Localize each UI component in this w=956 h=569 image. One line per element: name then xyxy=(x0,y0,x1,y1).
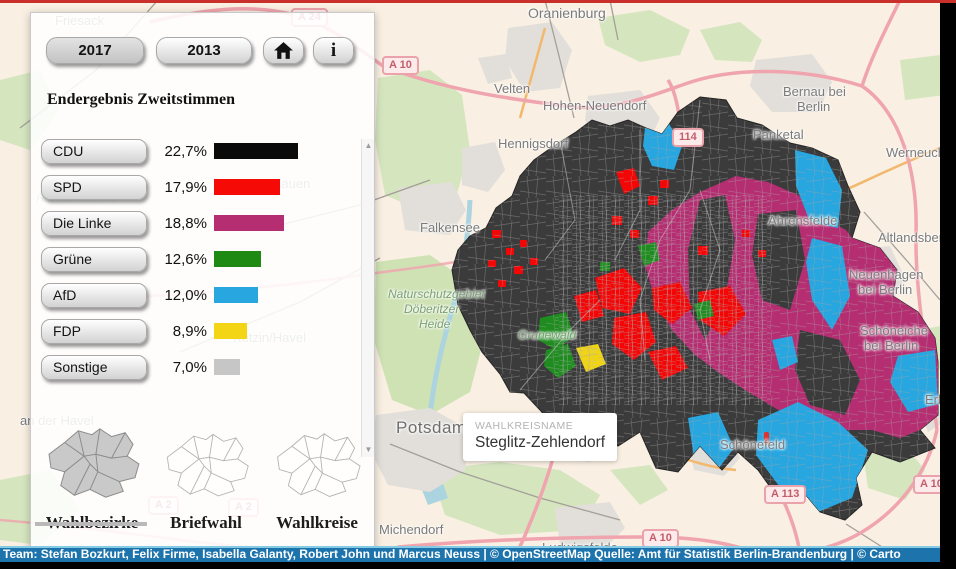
map-label: Velten xyxy=(494,81,530,96)
berlin-thumbnail-icon xyxy=(35,421,149,507)
map-label: Erkner xyxy=(925,392,940,407)
party-row: AfD 12,0% xyxy=(41,277,361,313)
map-label: Berlin xyxy=(797,99,830,114)
party-row: CDU 22,7% xyxy=(41,133,361,169)
party-percent: 17,9% xyxy=(153,179,207,196)
party-row: Sonstige 7,0% xyxy=(41,349,361,385)
party-row: Die Linke 18,8% xyxy=(41,205,361,241)
map-label: Schönefeld xyxy=(720,437,785,452)
tab-wahlkreise[interactable]: Wahlkreise xyxy=(261,421,373,557)
map-label: Michendorf xyxy=(379,522,443,537)
tab-wahlbezirke[interactable]: Wahlbezirke xyxy=(33,421,151,557)
road-badge: A 113 xyxy=(764,485,806,504)
road-badge: A 10 xyxy=(382,56,419,75)
selected-tab-underline xyxy=(35,522,147,526)
party-button-afd[interactable]: AfD xyxy=(41,283,147,308)
party-bar xyxy=(214,323,247,339)
map-label: Oranienburg xyxy=(528,5,606,21)
party-bar xyxy=(214,251,261,267)
party-bar xyxy=(214,287,258,303)
road-badge: A 10 xyxy=(913,475,940,494)
map-label: Hohen-Neuendorf xyxy=(543,98,646,113)
party-legend: CDU 22,7% SPD 17,9% Die Linke 18,8% Grün… xyxy=(41,133,361,385)
road-badge: 114 xyxy=(672,128,704,147)
view-tabs: Wahlbezirke Briefwahl Wahlkreise xyxy=(33,421,373,557)
party-percent: 12,6% xyxy=(153,251,207,268)
berlin-thumbnail-icon xyxy=(265,426,369,506)
info-button[interactable]: i xyxy=(313,37,354,64)
map-label: Naturschutzgebiet xyxy=(388,287,485,301)
party-percent: 7,0% xyxy=(153,359,207,376)
party-row: FDP 8,9% xyxy=(41,313,361,349)
map-label: Neuenhagen xyxy=(849,267,923,282)
scroll-down-arrow[interactable]: ▼ xyxy=(362,443,375,457)
party-percent: 22,7% xyxy=(153,143,207,160)
map-label: Werneuchen xyxy=(886,145,940,160)
attribution-bar: Team: Stefan Bozkurt, Felix Firme, Isabe… xyxy=(0,546,940,562)
map-label: Grunewald xyxy=(518,328,576,342)
screen-right-edge xyxy=(940,0,956,569)
map-label: Döberitzer xyxy=(404,302,459,316)
party-button-sonstige[interactable]: Sonstige xyxy=(41,355,147,380)
party-button-linke[interactable]: Die Linke xyxy=(41,211,147,236)
map-label: Schöneiche xyxy=(860,323,928,338)
tooltip-label: WAHLKREISNAME xyxy=(475,420,605,432)
scroll-up-arrow[interactable]: ▲ xyxy=(362,139,375,153)
map-label: Falkensee xyxy=(420,220,480,235)
attribution-text: Team: Stefan Bozkurt, Felix Firme, Isabe… xyxy=(3,547,901,561)
map-label: Altlandsberg xyxy=(878,230,940,245)
year-2017-button[interactable]: 2017 xyxy=(46,37,144,64)
party-percent: 18,8% xyxy=(153,215,207,232)
tab-briefwahl[interactable]: Briefwahl xyxy=(151,421,261,557)
map-label: Hennigsdorf xyxy=(498,136,568,151)
panel-scrollbar[interactable]: ▲ ▼ xyxy=(361,139,374,457)
party-bar xyxy=(214,359,240,375)
app-screen: Friesack Oranienburg Velten Hohen-Neuend… xyxy=(0,0,956,569)
map-area: Friesack Oranienburg Velten Hohen-Neuend… xyxy=(0,0,940,562)
party-button-gruene[interactable]: Grüne xyxy=(41,247,147,272)
party-button-cdu[interactable]: CDU xyxy=(41,139,147,164)
party-percent: 12,0% xyxy=(153,287,207,304)
party-button-fdp[interactable]: FDP xyxy=(41,319,147,344)
party-row: Grüne 12,6% xyxy=(41,241,361,277)
map-label: Ahrensfelde xyxy=(768,213,837,228)
home-button[interactable] xyxy=(263,37,304,64)
berlin-thumbnail-icon xyxy=(155,426,257,506)
party-bar xyxy=(214,179,280,195)
party-bar xyxy=(214,143,298,159)
tab-label: Wahlkreise xyxy=(261,513,373,533)
map-label: bei Berlin xyxy=(864,338,918,353)
map-label: Potsdam xyxy=(396,418,467,438)
top-red-strip xyxy=(0,0,956,3)
map-tooltip: WAHLKREISNAME Steglitz-Zehlendorf xyxy=(463,413,617,461)
party-row: SPD 17,9% xyxy=(41,169,361,205)
party-percent: 8,9% xyxy=(153,323,207,340)
party-bar xyxy=(214,215,284,231)
year-2013-button[interactable]: 2013 xyxy=(156,37,252,64)
map-label: bei Berlin xyxy=(858,282,912,297)
tab-label: Briefwahl xyxy=(151,513,261,533)
control-panel: 2017 2013 i Endergebnis Zweitstimmen CDU… xyxy=(30,12,375,562)
map-label: Panketal xyxy=(753,127,804,142)
tooltip-value: Steglitz-Zehlendorf xyxy=(475,434,605,452)
home-icon xyxy=(273,41,294,60)
map-label: Bernau bei xyxy=(783,84,846,99)
map-label: Heide xyxy=(419,317,450,331)
panel-title: Endergebnis Zweitstimmen xyxy=(47,91,235,109)
party-button-spd[interactable]: SPD xyxy=(41,175,147,200)
